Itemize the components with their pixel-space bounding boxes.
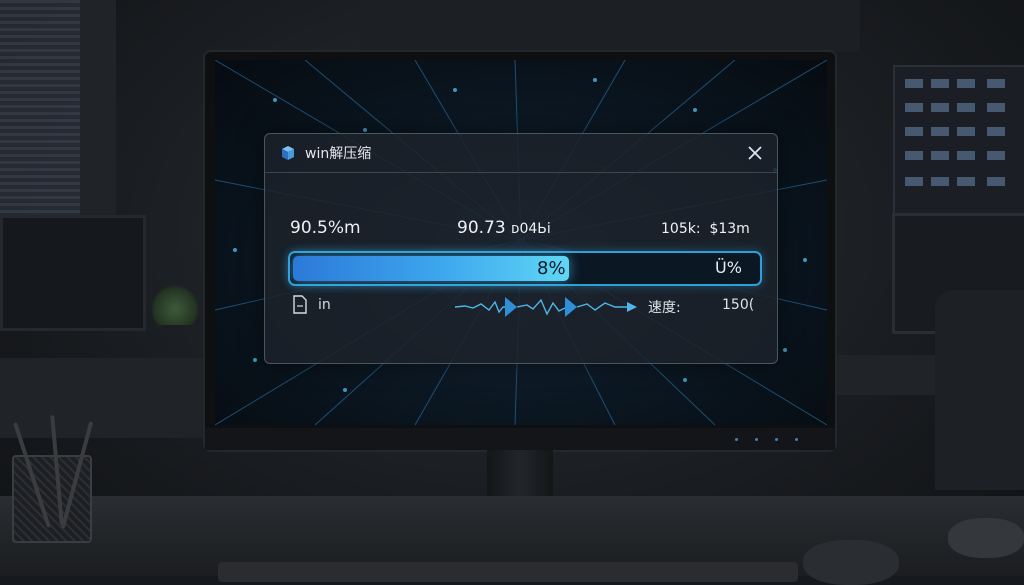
file-icon xyxy=(292,295,308,314)
speed-label: 速度: xyxy=(648,300,681,316)
mouse-right xyxy=(948,518,1024,558)
wall-panel xyxy=(360,0,860,52)
progress-bar xyxy=(288,251,762,286)
dialog-title: win解压缩 xyxy=(305,146,372,162)
close-button[interactable] xyxy=(741,140,769,166)
stat-left: 90.5%m xyxy=(290,218,361,238)
package-box-icon xyxy=(279,144,297,162)
progress-remaining: Ü% xyxy=(715,258,742,277)
current-file-name: in xyxy=(318,297,331,313)
keyboard xyxy=(218,562,798,582)
dialog-titlebar[interactable]: win解压缩 xyxy=(265,134,777,173)
progress-fill xyxy=(293,256,569,281)
stat-middle: 90.73 xyxy=(457,218,506,238)
stat-middle-suffix: ᴅ04Ьi xyxy=(511,221,551,237)
transfer-waveform-icon xyxy=(455,297,637,317)
potted-plant xyxy=(150,285,200,325)
background-monitor-left xyxy=(0,215,146,331)
extract-dialog: win解压缩 90.5%m 90.73 ᴅ04Ьi 105k: $13m 8% … xyxy=(264,133,778,364)
speed-value: 150( xyxy=(722,297,755,313)
mouse-left xyxy=(803,540,899,585)
progress-percent: 8% xyxy=(537,258,566,279)
monitor-chin xyxy=(205,428,835,450)
server-rack xyxy=(893,65,1024,219)
background-desk-left xyxy=(0,358,205,438)
stat-right: 105k: $13m xyxy=(661,221,750,237)
window-frame xyxy=(80,0,116,230)
close-icon xyxy=(748,146,762,160)
office-chair xyxy=(935,290,1024,490)
